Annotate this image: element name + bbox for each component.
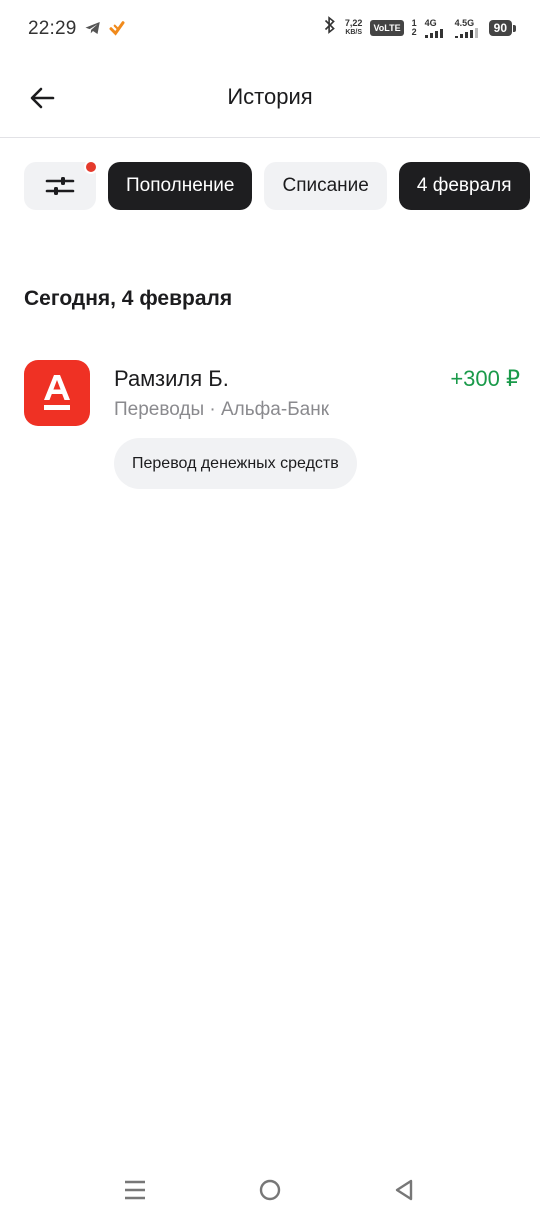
chip-income[interactable]: Пополнение <box>108 162 253 210</box>
volte-badge: VoLTE <box>370 19 404 36</box>
page-title: История <box>227 84 313 109</box>
status-indicators: 7,22 KB/S VoLTE 1 2 4G 4.5G 90 <box>323 16 517 39</box>
section-date-heading: Сегодня, 4 февраля <box>24 287 233 310</box>
alfa-bank-logo <box>24 360 90 426</box>
sim-slots: 1 2 <box>411 18 417 37</box>
transaction-item[interactable]: Рамзиля Б. Переводы · Альфа-Банк +300 ₽ … <box>24 358 520 493</box>
transaction-name: Рамзиля Б. <box>114 366 229 391</box>
transaction-amount: +300 ₽ <box>450 366 520 391</box>
chip-label: Списание <box>282 175 369 196</box>
speed-value: 7,22 <box>344 17 363 28</box>
net1-label: 4G <box>424 17 437 28</box>
telegram-icon <box>84 19 102 42</box>
menu-icon <box>125 1180 145 1200</box>
sliders-icon <box>45 177 75 195</box>
recent-apps-button[interactable] <box>115 1170 155 1210</box>
home-button[interactable] <box>250 1170 290 1210</box>
speed-unit: KB/S <box>345 28 363 36</box>
transaction-subtitle: Переводы · Альфа-Банк <box>114 399 330 420</box>
battery-indicator: 90 <box>488 19 517 36</box>
filter-settings-button[interactable] <box>24 160 98 210</box>
sim2-label: 2 <box>411 26 417 37</box>
signal-sim2: 4.5G <box>454 17 481 38</box>
net2-label: 4.5G <box>454 17 475 28</box>
chip-expense[interactable]: Списание <box>264 162 387 210</box>
alfa-bank-logo-icon <box>44 375 70 410</box>
bluetooth-icon <box>323 16 337 39</box>
filter-bar: Пополнение Списание 4 февраля <box>24 160 530 210</box>
app-notification-icon <box>108 19 126 42</box>
signal-bars-icon <box>454 27 478 38</box>
system-nav-bar <box>0 1158 540 1218</box>
chip-date[interactable]: 4 февраля <box>398 162 530 210</box>
filter-active-indicator <box>84 160 98 174</box>
triangle-back-icon <box>395 1179 413 1201</box>
chip-label: Пополнение <box>126 175 235 196</box>
status-bar: 22:29 7,22 KB/S VoLTE 1 2 4G 4.5G 90 <box>0 0 540 58</box>
chip-label: 4 февраля <box>416 175 512 196</box>
status-time: 22:29 <box>28 18 77 39</box>
circle-icon <box>259 1179 281 1201</box>
signal-bars-icon <box>424 28 443 38</box>
signal-sim1: 4G <box>424 17 447 38</box>
network-speed: 7,22 KB/S <box>344 17 363 37</box>
back-nav-button[interactable] <box>384 1170 424 1210</box>
app-header: История <box>0 58 540 138</box>
transaction-category-tag: Перевод денежных средств <box>114 438 357 489</box>
